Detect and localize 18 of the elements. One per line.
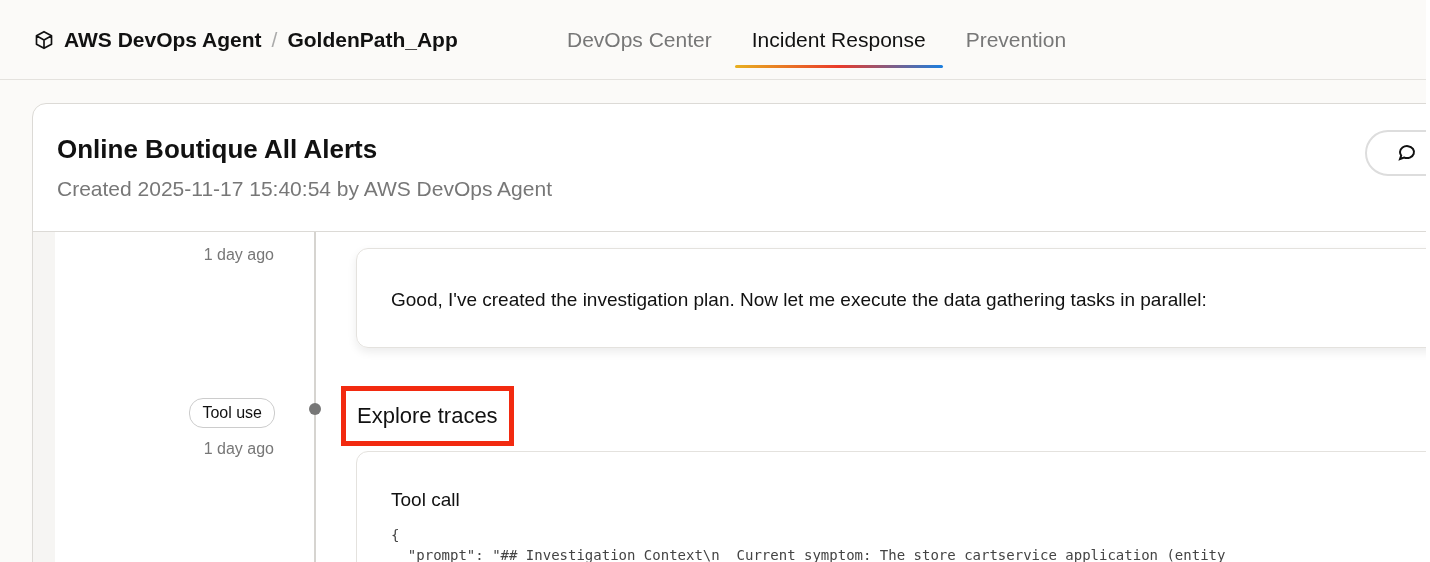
cube-icon — [34, 29, 54, 50]
breadcrumb-separator: / — [271, 27, 278, 52]
event-heading: Explore traces — [341, 386, 514, 446]
tool-call-title: Tool call — [391, 489, 461, 511]
nav-tab[interactable]: Prevention — [948, 0, 1084, 80]
incident-title: Online Boutique All Alerts — [57, 134, 379, 165]
event-time: 1 day ago — [203, 440, 274, 458]
nav-tab[interactable]: DevOps Center — [550, 0, 729, 80]
nav-tab[interactable]: Incident Response — [734, 0, 943, 80]
app-name[interactable]: GoldenPath_App — [287, 27, 458, 52]
code-line: { — [391, 526, 401, 545]
timeline-dot — [309, 403, 321, 415]
chat-icon — [1397, 143, 1417, 163]
event-type-badge: Tool use — [189, 398, 275, 428]
product-name[interactable]: AWS DevOps Agent — [64, 27, 262, 52]
incident-subtitle: Created 2025-11-17 15:40:54 by AWS DevOps Agent — [57, 177, 552, 201]
message-text: Good, I've created the investigation plan. Now let me execute the data gathering tasks in parallel: — [391, 289, 1207, 310]
event-time: 1 day ago — [203, 246, 274, 264]
